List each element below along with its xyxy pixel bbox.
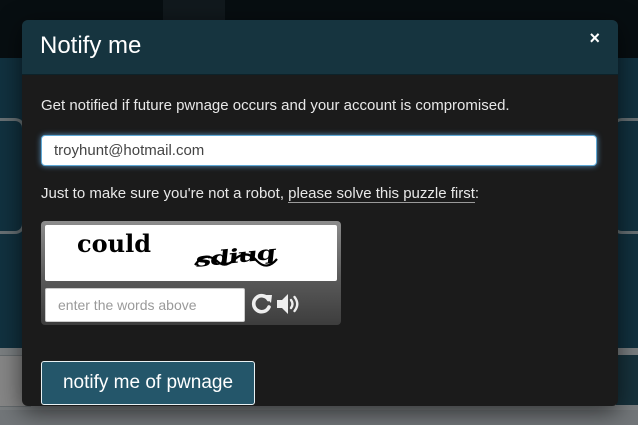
captcha-widget: could sdiuq	[41, 221, 341, 325]
refresh-icon-graphic	[251, 293, 272, 314]
robot-check-text: Just to make sure you're not a robot, pl…	[41, 185, 480, 203]
solve-puzzle-link[interactable]: please solve this puzzle first	[288, 185, 475, 203]
refresh-icon[interactable]	[249, 291, 273, 317]
robot-check-suffix: :	[474, 185, 480, 202]
intro-text: Get notified if future pwnage occurs and…	[41, 97, 510, 114]
audio-icon-graphic	[277, 294, 299, 314]
modal-title: Notify me	[40, 32, 142, 59]
captcha-image-graphic: could sdiuq	[77, 229, 278, 272]
notify-modal: Notify me × Get notified if future pwnag…	[22, 20, 618, 406]
captcha-image: could sdiuq	[45, 225, 337, 281]
captcha-answer-input[interactable]	[45, 288, 245, 322]
notify-me-button[interactable]: notify me of pwnage	[41, 361, 255, 405]
captcha-word-1: could	[77, 229, 151, 258]
robot-check-prefix: Just to make sure you're not a robot,	[41, 185, 289, 202]
email-field[interactable]	[41, 135, 597, 166]
close-icon[interactable]: ×	[589, 28, 600, 49]
modal-header: Notify me ×	[22, 20, 618, 75]
audio-icon[interactable]	[275, 291, 303, 317]
